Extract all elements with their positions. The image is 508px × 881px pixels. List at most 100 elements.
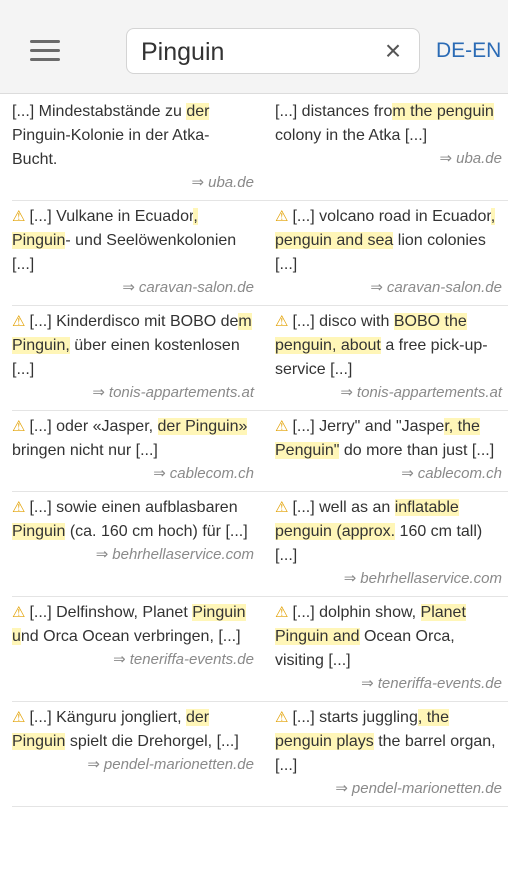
search-input[interactable]: [141, 35, 371, 69]
result-text: ⚠ [...] disco with BOBO the penguin, abou…: [275, 310, 502, 382]
warning-icon: ⚠: [275, 709, 289, 726]
result-text: ⚠ [...] dolphin show, Planet Pinguin and …: [275, 601, 502, 673]
external-link-icon: ⇒: [370, 279, 383, 296]
warning-icon: ⚠: [275, 313, 289, 330]
result-text: ⚠ [...] Kinderdisco mit BOBO dem Pinguin,…: [12, 310, 254, 382]
result-text-part: spielt die Drehorgel, [...]: [65, 733, 239, 750]
result-text-part: [...] Jerry" and "Jaspe: [292, 418, 445, 435]
source-link[interactable]: ⇒ caravan-salon.de: [12, 277, 254, 299]
result-left[interactable]: ⚠ [...] Känguru jongliert, der Pinguin sp…: [12, 706, 262, 800]
warning-icon: ⚠: [275, 499, 289, 516]
result-text-part: [...] Mindestabstände zu: [12, 103, 187, 120]
result-text: ⚠ [...] Vulkane in Ecuador, Pinguin- und …: [12, 205, 254, 277]
hamburger-menu-icon[interactable]: [30, 40, 60, 62]
source-domain: teneriffa-events.de: [377, 675, 502, 692]
result-text-part: colony in the Atka [...]: [275, 127, 428, 144]
external-link-icon: ⇒: [340, 384, 353, 401]
external-link-icon: ⇒: [122, 279, 135, 296]
highlight-term: m the penguin: [392, 103, 494, 120]
result-text-part: (ca. 160 cm hoch) für [...]: [65, 523, 248, 540]
search-box: ×: [126, 28, 420, 74]
result-text: ⚠ [...] volcano road in Ecuador, penguin …: [275, 205, 502, 277]
result-right[interactable]: ⚠ [...] disco with BOBO the penguin, abou…: [262, 310, 502, 404]
language-pair-button[interactable]: DE-EN: [436, 39, 501, 63]
result-right[interactable]: [...] distances from the penguin colony …: [262, 100, 502, 194]
result-text-part: [...] volcano road in Ecuador: [292, 208, 491, 225]
result-left[interactable]: [...] Mindestabstände zu der Pinguin-Kol…: [12, 100, 262, 194]
source-domain: caravan-salon.de: [138, 279, 254, 296]
result-left[interactable]: ⚠ [...] Kinderdisco mit BOBO dem Pinguin,…: [12, 310, 262, 404]
result-right[interactable]: ⚠ [...] well as an inflatable penguin (ap…: [262, 496, 502, 590]
external-link-icon: ⇒: [401, 465, 414, 482]
external-link-icon: ⇒: [361, 675, 374, 692]
source-domain: pendel-marionetten.de: [103, 756, 254, 773]
external-link-icon: ⇒: [113, 651, 126, 668]
result-right[interactable]: ⚠ [...] Jerry" and "Jasper, the Penguin" …: [262, 415, 502, 485]
result-row: ⚠ [...] oder «Jasper, der Pinguin» bringe…: [12, 411, 508, 492]
clear-icon[interactable]: ×: [379, 37, 407, 65]
result-text: ⚠ [...] Känguru jongliert, der Pinguin sp…: [12, 706, 254, 754]
result-left[interactable]: ⚠ [...] oder «Jasper, der Pinguin» bringe…: [12, 415, 262, 485]
source-link[interactable]: ⇒ uba.de: [12, 172, 254, 194]
source-domain: cablecom.ch: [417, 465, 502, 482]
source-link[interactable]: ⇒ caravan-salon.de: [275, 277, 502, 299]
source-domain: uba.de: [208, 174, 254, 191]
external-link-icon: ⇒: [153, 465, 166, 482]
result-text-part: [...] disco with: [292, 313, 394, 330]
source-link[interactable]: ⇒ tonis-appartements.at: [275, 382, 502, 404]
source-domain: teneriffa-events.de: [129, 651, 254, 668]
top-bar: × DE-EN: [0, 0, 508, 94]
source-domain: tonis-appartements.at: [356, 384, 502, 401]
source-link[interactable]: ⇒ behrhellaservice.com: [12, 544, 254, 566]
result-row: [...] Mindestabstände zu der Pinguin-Kol…: [12, 96, 508, 201]
result-right[interactable]: ⚠ [...] volcano road in Ecuador, penguin …: [262, 205, 502, 299]
external-link-icon: ⇒: [87, 756, 100, 773]
result-text: ⚠ [...] Delfinshow, Planet Pinguin und Or…: [12, 601, 254, 649]
results-list: [...] Mindestabstände zu der Pinguin-Kol…: [12, 96, 508, 807]
source-link[interactable]: ⇒ cablecom.ch: [12, 463, 254, 485]
result-left[interactable]: ⚠ [...] Delfinshow, Planet Pinguin und Or…: [12, 601, 262, 695]
result-row: ⚠ [...] sowie einen aufblasbaren Pinguin …: [12, 492, 508, 597]
result-right[interactable]: ⚠ [...] dolphin show, Planet Pinguin and …: [262, 601, 502, 695]
result-text-part: [...] well as an: [292, 499, 395, 516]
source-link[interactable]: ⇒ pendel-marionetten.de: [275, 778, 502, 800]
result-text-part: [...] sowie einen aufblasbaren: [29, 499, 238, 516]
source-domain: tonis-appartements.at: [108, 384, 254, 401]
result-text: ⚠ [...] starts juggling, the penguin play…: [275, 706, 502, 778]
result-text-part: [...] Vulkane in Ecuador: [29, 208, 194, 225]
source-link[interactable]: ⇒ uba.de: [275, 148, 502, 170]
source-link[interactable]: ⇒ teneriffa-events.de: [12, 649, 254, 671]
source-link[interactable]: ⇒ behrhellaservice.com: [275, 568, 502, 590]
result-text: ⚠ [...] sowie einen aufblasbaren Pinguin …: [12, 496, 254, 544]
source-link[interactable]: ⇒ teneriffa-events.de: [275, 673, 502, 695]
result-text-part: [...] starts juggling: [292, 709, 418, 726]
result-text-part: [...] Känguru jongliert,: [29, 709, 186, 726]
warning-icon: ⚠: [275, 418, 289, 435]
result-right[interactable]: ⚠ [...] starts juggling, the penguin play…: [262, 706, 502, 800]
source-link[interactable]: ⇒ tonis-appartements.at: [12, 382, 254, 404]
warning-icon: ⚠: [12, 499, 26, 516]
result-left[interactable]: ⚠ [...] sowie einen aufblasbaren Pinguin …: [12, 496, 262, 590]
warning-icon: ⚠: [12, 709, 26, 726]
highlight-term: der: [186, 103, 210, 120]
warning-icon: ⚠: [12, 418, 26, 435]
result-text-part: Pinguin: [12, 127, 66, 144]
external-link-icon: ⇒: [335, 780, 348, 797]
result-left[interactable]: ⚠ [...] Vulkane in Ecuador, Pinguin- und …: [12, 205, 262, 299]
result-text: ⚠ [...] oder «Jasper, der Pinguin» bringe…: [12, 415, 254, 463]
result-text: ⚠ [...] well as an inflatable penguin (ap…: [275, 496, 502, 568]
result-row: ⚠ [...] Känguru jongliert, der Pinguin sp…: [12, 702, 508, 807]
warning-icon: ⚠: [12, 604, 26, 621]
source-link[interactable]: ⇒ cablecom.ch: [275, 463, 502, 485]
result-text-part: [...] oder «Jasper,: [29, 418, 158, 435]
result-row: ⚠ [...] Kinderdisco mit BOBO dem Pinguin,…: [12, 306, 508, 411]
warning-icon: ⚠: [275, 208, 289, 225]
result-text-part: [...] Delfinshow, Planet: [29, 604, 193, 621]
source-link[interactable]: ⇒ pendel-marionetten.de: [12, 754, 254, 776]
source-domain: pendel-marionetten.de: [351, 780, 502, 797]
source-domain: cablecom.ch: [169, 465, 254, 482]
warning-icon: ⚠: [12, 313, 26, 330]
result-text: [...] Mindestabstände zu der Pinguin-Kol…: [12, 100, 254, 172]
source-domain: behrhellaservice.com: [112, 546, 254, 563]
source-domain: behrhellaservice.com: [360, 570, 502, 587]
